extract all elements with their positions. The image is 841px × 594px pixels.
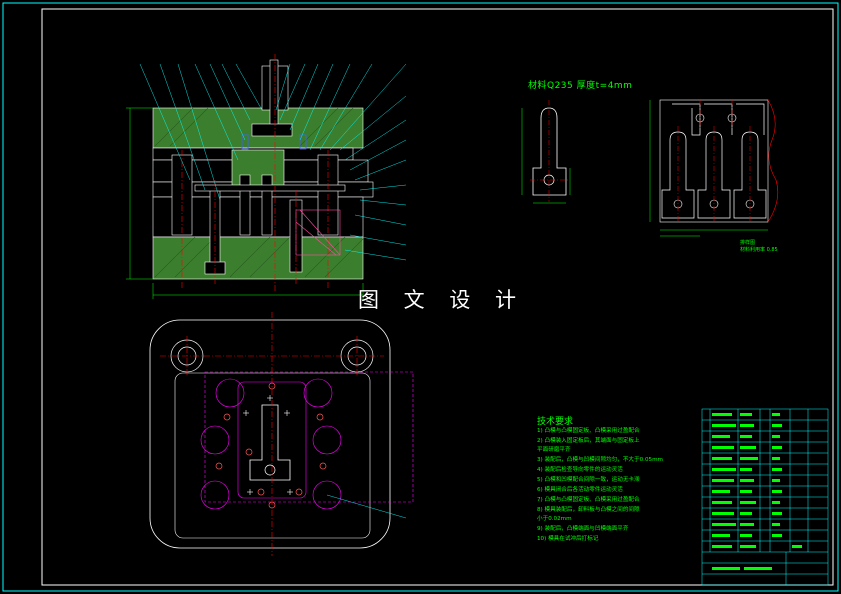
watermark-text: 图 文 设 计 xyxy=(358,288,526,312)
tech-note: 5) 凸模和凹模配合间隙一致，运动无卡滞 xyxy=(537,477,640,483)
tech-note: 小于0.02mm xyxy=(537,516,572,522)
title-block-entries xyxy=(712,413,802,570)
tech-note: 平面研磨平齐 xyxy=(537,447,571,453)
tech-note: 8) 模具装配后，卸料板与凸模之间的间隙 xyxy=(537,507,640,513)
strip-layout xyxy=(649,99,779,237)
tech-note: 1) 凸模与凸模固定板、凸模采用过盈配合 xyxy=(537,428,640,434)
tech-note: 2) 凸模装入固定板后，其端面与固定板上 xyxy=(537,438,640,444)
tech-note: 4) 装配后检查导向零件的运动灵活 xyxy=(537,467,623,473)
tech-note: 6) 模具闭合后各活动零件运动灵活 xyxy=(537,487,623,493)
layout-caption-line: 材料利用率 0.85 xyxy=(740,247,778,253)
front-section-view xyxy=(126,54,407,299)
layout-caption: 排样图 材料利用率 0.85 xyxy=(740,240,778,254)
plan-view xyxy=(149,312,414,556)
part-drawing xyxy=(521,100,571,204)
tech-note: 10) 模具在试冲后打标记 xyxy=(537,536,599,542)
part-material-label: 材料Q235 厚度t=4mm xyxy=(528,81,633,91)
tech-note: 7) 凸模与凸模固定板、凸模采用过盈配合 xyxy=(537,497,640,503)
tech-note: 3) 装配后，凸模与凹模间隙均匀，不大于0.05mm xyxy=(537,457,663,463)
tech-note: 9) 装配后，凸模端面与凹模端面平齐 xyxy=(537,526,629,532)
layout-caption-line: 排样图 xyxy=(740,240,756,246)
